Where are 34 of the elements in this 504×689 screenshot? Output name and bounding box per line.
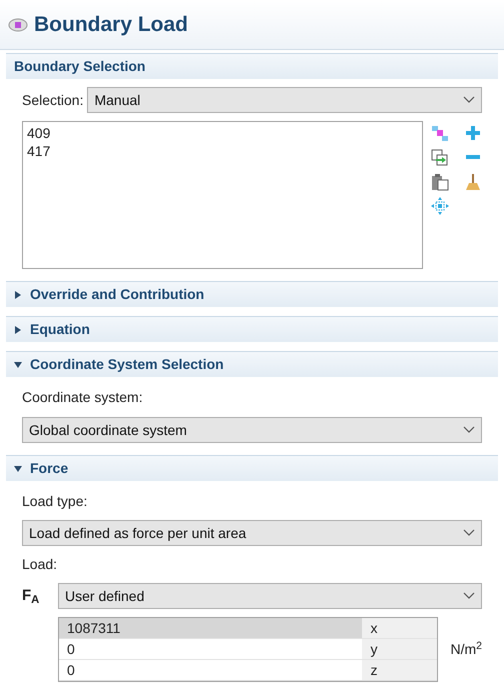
chevron-down-icon	[463, 592, 475, 600]
value-cell[interactable]: 1087311	[59, 618, 362, 638]
load-type-dropdown[interactable]: Load defined as force per unit area	[22, 520, 482, 546]
force-mode-dropdown[interactable]: User defined	[58, 583, 482, 609]
section-header[interactable]: Force	[6, 455, 498, 481]
chevron-down-icon	[463, 426, 475, 434]
section-header[interactable]: Override and Contribution	[6, 281, 498, 307]
section-header[interactable]: Coordinate System Selection	[6, 351, 498, 377]
component-cell: z	[362, 660, 438, 680]
force-symbol: F$_{A}$	[22, 586, 38, 608]
section-header[interactable]: Equation	[6, 316, 498, 342]
broom-icon[interactable]	[464, 173, 481, 191]
component-cell: x	[362, 618, 438, 638]
clipboard-icon[interactable]	[431, 173, 450, 191]
selection-list[interactable]: 409 417	[22, 121, 424, 269]
field-label: Load type:	[22, 492, 88, 511]
panel-title: Boundary Load	[34, 12, 188, 38]
field-label: Coordinate system:	[22, 388, 144, 407]
boundary-load-icon	[8, 18, 28, 32]
zoom-selection-icon[interactable]	[431, 197, 450, 215]
selection-dropdown[interactable]: Manual	[87, 87, 482, 113]
coordinate-system-dropdown[interactable]: Global coordinate system	[22, 417, 482, 443]
field-label: Selection:	[22, 90, 84, 110]
component-cell: y	[362, 639, 438, 659]
plus-icon[interactable]	[464, 125, 481, 141]
chevron-down-icon	[463, 96, 475, 104]
unit-label: N/m$^{2}$	[450, 639, 482, 659]
list-item[interactable]: 409	[27, 124, 418, 142]
chevron-down-icon	[463, 529, 475, 537]
list-item[interactable]: 417	[27, 142, 418, 160]
link-icon[interactable]	[431, 125, 450, 143]
section-header[interactable]: Boundary Selection	[6, 53, 498, 79]
copy-arrow-icon[interactable]	[431, 149, 450, 167]
field-label: Load:	[22, 555, 58, 574]
